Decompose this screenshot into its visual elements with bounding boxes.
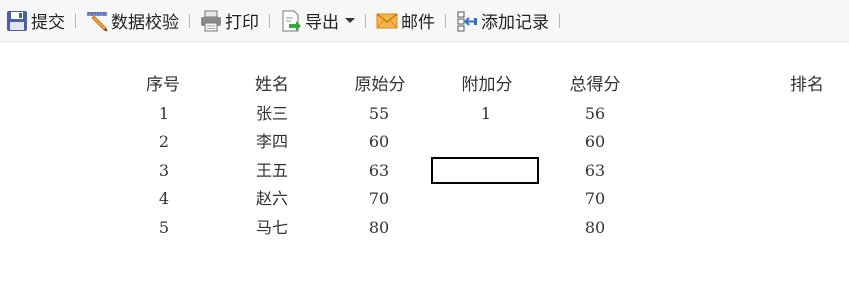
active-cell-bonus-row3[interactable] xyxy=(431,157,539,184)
add-record-icon xyxy=(456,10,478,32)
chevron-down-icon[interactable] xyxy=(345,18,355,23)
table-cell-raw-score: 80 xyxy=(368,218,390,237)
toolbar-separator xyxy=(365,13,366,28)
printer-icon xyxy=(200,10,222,32)
print-label: 打印 xyxy=(225,13,259,33)
toolbar-separator xyxy=(559,13,560,28)
table-cell-raw-score: 60 xyxy=(368,132,390,151)
table-cell-total: 70 xyxy=(584,189,606,208)
table-cell-index: 4 xyxy=(158,189,170,208)
header-index: 序号 xyxy=(146,75,180,95)
submit-label: 提交 xyxy=(31,13,65,33)
table-cell-bonus[interactable]: 1 xyxy=(461,104,511,124)
print-button[interactable]: 打印 xyxy=(196,6,263,36)
table-cell-name: 王五 xyxy=(255,161,288,180)
table-cell-total: 56 xyxy=(584,104,606,123)
table-cell-total: 60 xyxy=(584,132,606,151)
email-button[interactable]: 邮件 xyxy=(372,6,439,36)
add-record-button[interactable]: 添加记录 xyxy=(452,6,553,36)
validate-data-button[interactable]: 数据校验 xyxy=(82,6,183,36)
header-total: 总得分 xyxy=(569,75,621,95)
header-name: 姓名 xyxy=(255,75,289,95)
toolbar: 提交 数据校验 打印 导出 邮件 添加记录 xyxy=(0,0,849,42)
table-cell-raw-score: 70 xyxy=(368,189,390,208)
table-cell-index: 5 xyxy=(158,218,170,237)
table-cell-name: 张三 xyxy=(255,104,288,123)
table-cell-total: 80 xyxy=(584,218,606,237)
email-label: 邮件 xyxy=(401,13,435,33)
add-record-label: 添加记录 xyxy=(481,13,549,33)
export-icon xyxy=(280,10,302,32)
table-cell-raw-score: 55 xyxy=(368,104,390,123)
table-cell-name: 赵六 xyxy=(255,189,288,208)
table-cell-name: 李四 xyxy=(255,132,288,151)
table-cell-index: 3 xyxy=(158,161,170,180)
validate-data-label: 数据校验 xyxy=(111,13,179,33)
export-button[interactable]: 导出 xyxy=(276,6,359,36)
header-bonus: 附加分 xyxy=(461,75,513,95)
toolbar-separator xyxy=(445,13,446,28)
score-table: 序号 姓名 原始分 附加分 总得分 排名 1 张三 55 1 56 2 李四 6… xyxy=(0,42,849,290)
toolbar-separator xyxy=(269,13,270,28)
table-cell-index: 1 xyxy=(158,104,170,123)
table-cell-name: 马七 xyxy=(255,218,288,237)
table-cell-total: 63 xyxy=(584,161,606,180)
export-label: 导出 xyxy=(305,13,339,33)
submit-button[interactable]: 提交 xyxy=(2,6,69,36)
envelope-icon xyxy=(376,10,398,32)
table-cell-index: 2 xyxy=(158,132,170,151)
toolbar-separator xyxy=(75,13,76,28)
pencil-ruler-icon xyxy=(86,10,108,32)
save-icon xyxy=(6,10,28,32)
header-raw-score: 原始分 xyxy=(354,75,406,95)
table-cell-raw-score: 63 xyxy=(368,161,390,180)
toolbar-separator xyxy=(189,13,190,28)
header-rank: 排名 xyxy=(790,75,824,95)
